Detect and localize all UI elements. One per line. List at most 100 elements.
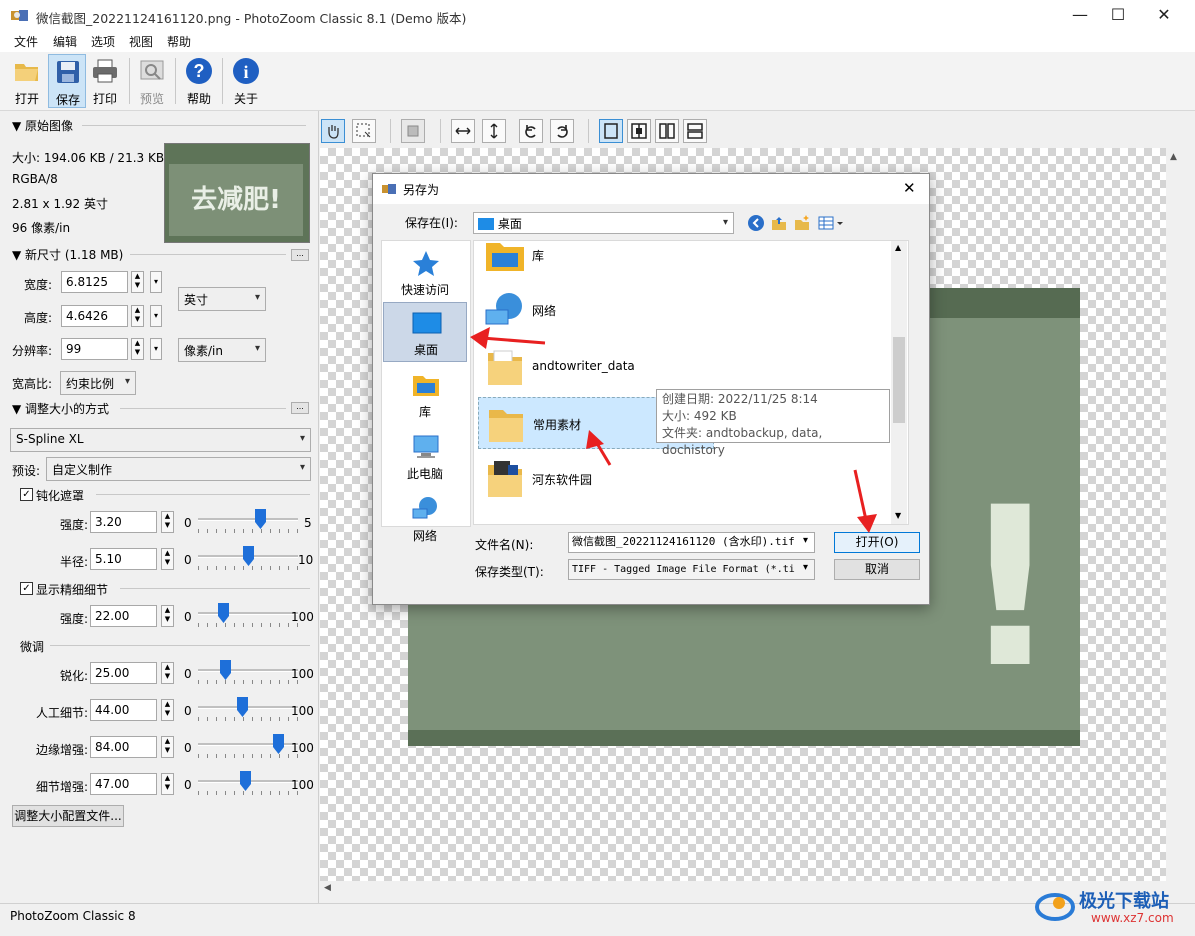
open-dialog-button[interactable]: 打开(O) bbox=[834, 532, 920, 553]
height-input[interactable]: 4.6426 bbox=[61, 305, 128, 327]
slider-thumb[interactable] bbox=[218, 603, 229, 623]
artificial-detail-input[interactable]: 44.00 bbox=[90, 699, 157, 721]
save-button[interactable]: 保存 bbox=[48, 54, 86, 108]
selection-tool-button[interactable] bbox=[352, 119, 376, 143]
scroll-down-icon[interactable]: ▼ bbox=[895, 511, 901, 520]
preview-button[interactable]: 预览 bbox=[133, 54, 171, 108]
width-dropdown[interactable]: ▾ bbox=[150, 271, 162, 293]
close-button[interactable]: ✕ bbox=[1141, 0, 1187, 32]
detail-strength-stepper[interactable]: ▲ ▼ bbox=[161, 605, 174, 627]
save-in-select[interactable]: 桌面 ▾ bbox=[473, 212, 734, 234]
slider-thumb[interactable] bbox=[240, 771, 251, 791]
file-item-network[interactable]: 网络 bbox=[478, 284, 714, 336]
maximize-button[interactable]: ☐ bbox=[1095, 0, 1141, 32]
menu-file[interactable]: 文件 bbox=[14, 33, 38, 50]
about-button[interactable]: i 关于 bbox=[227, 54, 265, 108]
back-icon[interactable] bbox=[747, 214, 765, 232]
unit-select[interactable]: 英寸 ▾ bbox=[178, 287, 266, 311]
strength-input[interactable]: 3.20 bbox=[90, 511, 157, 533]
radius-stepper[interactable]: ▲ ▼ bbox=[161, 548, 174, 570]
artificial-detail-slider[interactable] bbox=[198, 697, 298, 723]
file-item-hedong[interactable]: 河东软件园 bbox=[478, 453, 714, 505]
hand-tool-button[interactable] bbox=[321, 119, 345, 143]
detail-enhance-input[interactable]: 47.00 bbox=[90, 773, 157, 795]
cancel-button[interactable]: 取消 bbox=[834, 559, 920, 580]
up-folder-icon[interactable] bbox=[770, 214, 788, 232]
radius-input[interactable]: 5.10 bbox=[90, 548, 157, 570]
height-stepper[interactable]: ▲ ▼ bbox=[131, 305, 144, 327]
side-by-side-view-button[interactable] bbox=[655, 119, 679, 143]
print-button[interactable]: 打印 bbox=[86, 54, 124, 108]
resolution-stepper[interactable]: ▲ ▼ bbox=[131, 338, 144, 360]
slider-thumb[interactable] bbox=[243, 546, 254, 566]
width-input[interactable]: 6.8125 bbox=[61, 271, 128, 293]
chevron-down-icon[interactable]: ▾ bbox=[803, 562, 808, 573]
sharpen-input[interactable]: 25.00 bbox=[90, 662, 157, 684]
place-desktop[interactable]: 桌面 bbox=[383, 302, 467, 362]
slider-thumb[interactable] bbox=[237, 697, 248, 717]
fine-detail-checkbox[interactable]: ✓ bbox=[20, 582, 33, 595]
resolution-unit-select[interactable]: 像素/in ▾ bbox=[178, 338, 266, 362]
file-item-andtowriter[interactable]: andtowriter_data bbox=[478, 341, 714, 393]
edge-enhance-slider[interactable] bbox=[198, 734, 298, 760]
height-dropdown[interactable]: ▾ bbox=[150, 305, 162, 327]
resolution-input[interactable]: 99 bbox=[61, 338, 128, 360]
edge-enhance-stepper[interactable]: ▲ ▼ bbox=[161, 736, 174, 758]
aspect-ratio-select[interactable]: 约束比例 ▾ bbox=[60, 371, 136, 395]
chevron-down-icon[interactable]: ▾ bbox=[803, 535, 808, 546]
file-list-scrollbar[interactable]: ▲ ▼ bbox=[891, 241, 907, 524]
detail-enhance-slider[interactable] bbox=[198, 771, 298, 797]
resize-method-select[interactable]: S-Spline XL ▾ bbox=[10, 428, 311, 452]
detail-enhance-stepper[interactable]: ▲ ▼ bbox=[161, 773, 174, 795]
filetype-select[interactable]: TIFF - Tagged Image File Format (*.ti bbox=[568, 559, 815, 580]
menu-options[interactable]: 选项 bbox=[91, 33, 115, 50]
scroll-left-icon[interactable]: ◀ bbox=[324, 883, 331, 893]
preset-select[interactable]: 自定义制作 ▾ bbox=[46, 457, 311, 481]
slider-thumb[interactable] bbox=[273, 734, 284, 754]
slider-thumb[interactable] bbox=[255, 509, 266, 529]
resolution-dropdown[interactable]: ▾ bbox=[150, 338, 162, 360]
place-quick-access[interactable]: 快速访问 bbox=[383, 243, 467, 303]
flip-vertical-button[interactable] bbox=[482, 119, 506, 143]
flip-horizontal-button[interactable] bbox=[451, 119, 475, 143]
slider-thumb[interactable] bbox=[220, 660, 231, 680]
scroll-thumb[interactable] bbox=[893, 337, 905, 423]
single-view-button[interactable] bbox=[599, 119, 623, 143]
sharpen-slider[interactable] bbox=[198, 660, 298, 686]
stacked-view-button[interactable] bbox=[683, 119, 707, 143]
menu-view[interactable]: 视图 bbox=[129, 33, 153, 50]
original-image-header[interactable]: ▼ 原始图像 bbox=[12, 117, 73, 134]
place-this-pc[interactable]: 此电脑 bbox=[383, 427, 467, 487]
unsharp-checkbox[interactable]: ✓ bbox=[20, 488, 33, 501]
artificial-detail-stepper[interactable]: ▲ ▼ bbox=[161, 699, 174, 721]
new-size-more-button[interactable]: ... bbox=[291, 249, 309, 261]
place-network[interactable]: 网络 bbox=[383, 489, 467, 549]
new-folder-icon[interactable] bbox=[793, 214, 811, 232]
detail-strength-input[interactable]: 22.00 bbox=[90, 605, 157, 627]
menu-edit[interactable]: 编辑 bbox=[53, 33, 77, 50]
view-menu-icon[interactable] bbox=[818, 216, 844, 232]
resize-profile-button[interactable]: 调整大小配置文件... bbox=[12, 805, 124, 827]
menu-help[interactable]: 帮助 bbox=[167, 33, 191, 50]
edge-enhance-input[interactable]: 84.00 bbox=[90, 736, 157, 758]
file-list[interactable]: 库 网络 andtowriter_data 常用素材 河东软件园 ▲ ▼ bbox=[473, 240, 909, 525]
width-stepper[interactable]: ▲ ▼ bbox=[131, 271, 144, 293]
new-size-header[interactable]: ▼ 新尺寸 (1.18 MB) bbox=[12, 246, 123, 263]
strength-slider[interactable] bbox=[198, 509, 298, 535]
rotate-left-button[interactable] bbox=[519, 119, 543, 143]
rotate-right-button[interactable] bbox=[550, 119, 574, 143]
dialog-close-button[interactable]: ✕ bbox=[903, 179, 916, 197]
open-button[interactable]: 打开 bbox=[8, 54, 46, 108]
sharpen-stepper[interactable]: ▲ ▼ bbox=[161, 662, 174, 684]
split-view-button[interactable] bbox=[627, 119, 651, 143]
resize-method-header[interactable]: ▼ 调整大小的方式 bbox=[12, 400, 109, 417]
file-item-library[interactable]: 库 bbox=[478, 241, 714, 281]
scroll-up-icon[interactable]: ▲ bbox=[1170, 152, 1177, 162]
resize-method-more-button[interactable]: ... bbox=[291, 402, 309, 414]
detail-strength-slider[interactable] bbox=[198, 603, 298, 629]
crop-tool-button[interactable] bbox=[401, 119, 425, 143]
radius-slider[interactable] bbox=[198, 546, 298, 572]
vertical-scrollbar[interactable]: ▲ bbox=[1166, 148, 1183, 881]
place-libraries[interactable]: 库 bbox=[383, 365, 467, 425]
scroll-up-icon[interactable]: ▲ bbox=[895, 243, 901, 252]
